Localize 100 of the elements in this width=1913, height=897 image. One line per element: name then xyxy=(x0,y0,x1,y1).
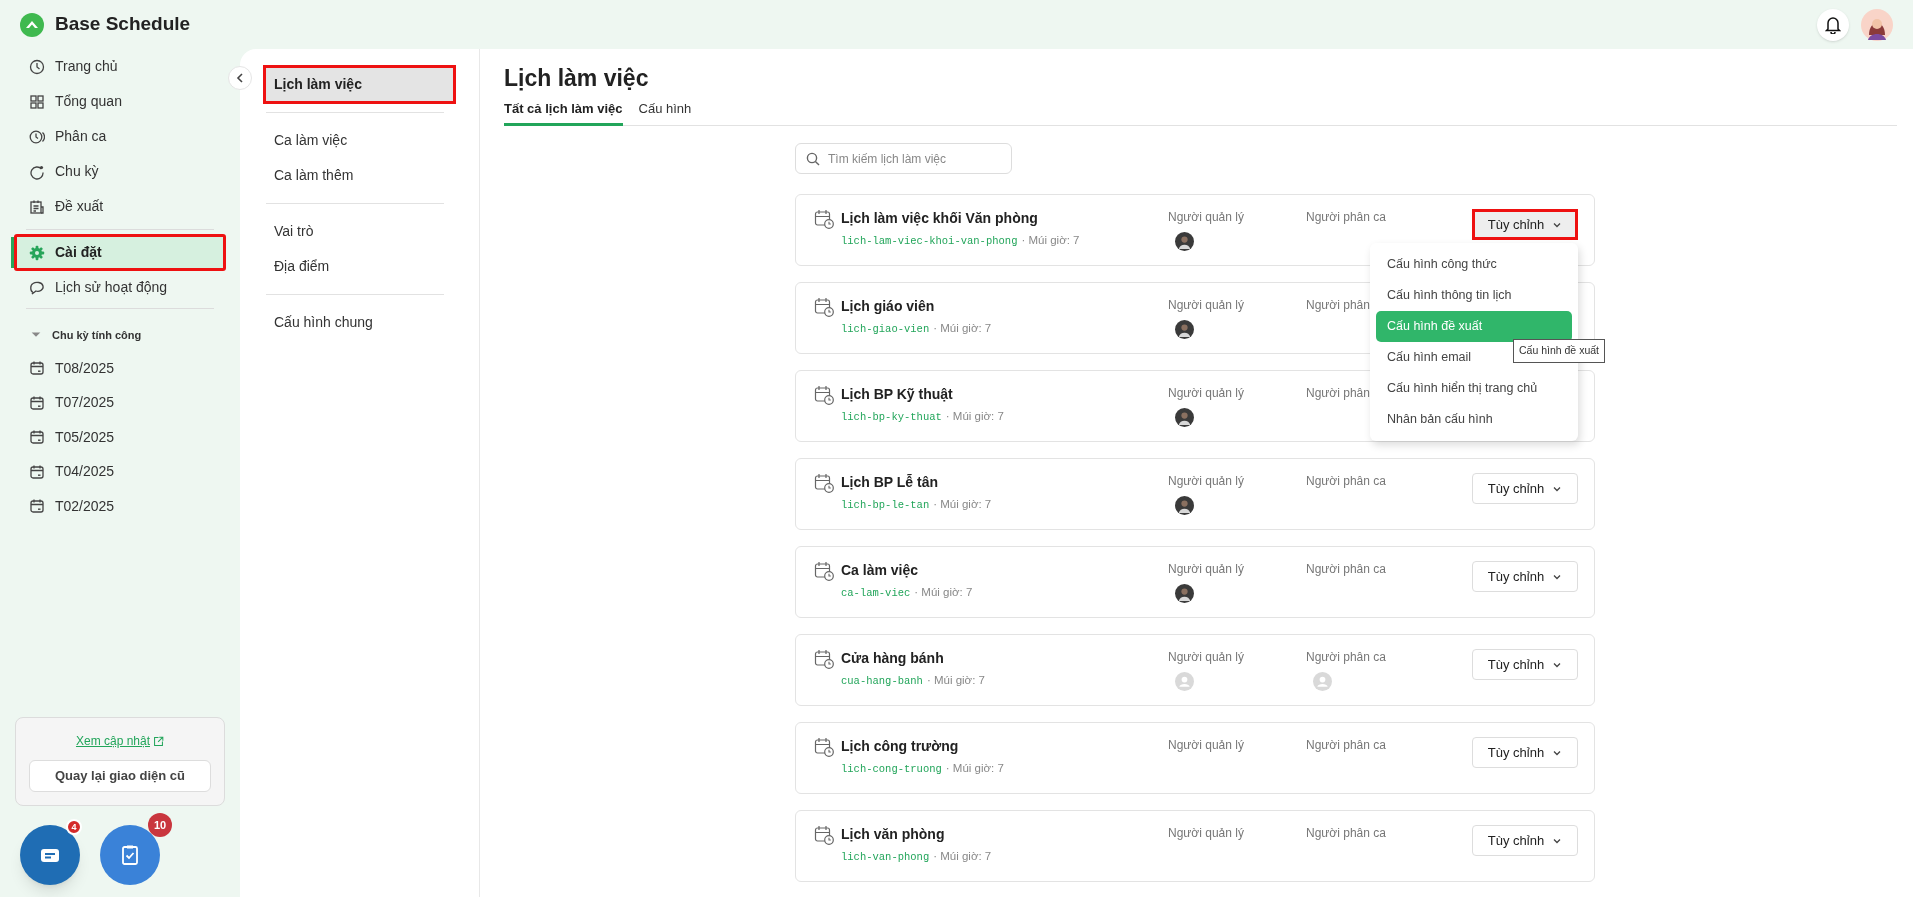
sidebar-item[interactable]: Phân ca xyxy=(15,119,225,154)
chat-button[interactable] xyxy=(20,825,80,885)
manager-label: Người quản lý xyxy=(1168,473,1244,490)
schedule-name: Lịch văn phòng xyxy=(841,825,946,844)
manager-label: Người quản lý xyxy=(1168,385,1244,402)
timezone-text: · Múi giờ: 7 xyxy=(945,409,1004,424)
clock-icon xyxy=(29,58,45,75)
calendar-clock-icon xyxy=(814,209,834,229)
search-field[interactable]: Tìm kiếm lịch làm việc xyxy=(795,143,1012,174)
count-badge: 10 xyxy=(148,813,172,837)
timezone-text: · Múi giờ: 7 xyxy=(945,761,1004,776)
sidebar-item[interactable]: T04/2025 xyxy=(15,454,225,489)
customize-button[interactable]: Tùy chỉnh xyxy=(1472,473,1578,504)
sidebar-item[interactable]: Lịch sử hoạt động xyxy=(15,270,225,305)
refresh-icon xyxy=(29,163,45,180)
assigner-label: Người phân ca xyxy=(1306,561,1386,578)
calendar-icon xyxy=(29,429,45,446)
schedule-slug: cua-hang-banh xyxy=(841,674,923,689)
customize-button[interactable]: Tùy chỉnh xyxy=(1472,209,1578,240)
customize-button[interactable]: Tùy chỉnh xyxy=(1472,561,1578,592)
schedule-slug: lich-giao-vien xyxy=(841,322,930,337)
subnav-item[interactable]: Ca làm thêm xyxy=(265,158,454,193)
search-icon xyxy=(806,151,820,166)
schedule-name: Cửa hàng bánh xyxy=(841,649,945,668)
calendar-clock-icon xyxy=(814,297,834,317)
calendar-clock-icon xyxy=(814,649,834,669)
assigner-label: Người phân ca xyxy=(1306,825,1386,842)
subnav-item[interactable]: Địa điểm xyxy=(265,249,454,284)
customize-button[interactable]: Tùy chỉnh xyxy=(1472,737,1578,768)
notification-button[interactable] xyxy=(1817,8,1849,41)
schedule-name: Lịch công trường xyxy=(841,737,960,756)
timezone-text: · Múi giờ: 7 xyxy=(914,585,973,600)
user-avatar[interactable] xyxy=(1861,8,1893,41)
document-icon xyxy=(29,198,45,215)
calendar-clock-icon xyxy=(814,385,834,405)
calendar-icon xyxy=(29,394,45,411)
timezone-text: · Múi giờ: 7 xyxy=(933,321,992,336)
sidebar-item[interactable]: T07/2025 xyxy=(15,385,225,420)
customize-button[interactable]: Tùy chỉnh xyxy=(1472,649,1578,680)
menu-item[interactable]: Cấu hình hiển thị trang chủ xyxy=(1376,373,1572,404)
manager-label: Người quản lý xyxy=(1168,825,1244,842)
menu-item[interactable]: Cấu hình công thức xyxy=(1376,249,1572,280)
subnav-item[interactable]: Cấu hình chung xyxy=(265,305,454,340)
page-title: Lịch làm việc xyxy=(504,64,650,93)
tab[interactable]: Cấu hình xyxy=(638,99,692,126)
menu-item[interactable]: Nhân bản cấu hình xyxy=(1376,404,1572,435)
logo-icon xyxy=(20,12,44,37)
schedule-name: Lịch BP Kỹ thuật xyxy=(841,385,954,404)
count-badge: 4 xyxy=(66,819,82,835)
sidebar-item[interactable]: Tổng quan xyxy=(15,84,225,119)
gear-icon xyxy=(29,244,45,261)
external-link-icon xyxy=(153,735,164,747)
assigner-label: Người phân ca xyxy=(1306,209,1386,226)
timezone-text: · Múi giờ: 7 xyxy=(1021,233,1080,248)
search-input[interactable]: Tìm kiếm lịch làm việc xyxy=(828,149,998,168)
calendar-icon xyxy=(29,498,45,515)
assigner-label: Người phân xyxy=(1306,297,1370,314)
schedule-slug: lich-bp-ky-thuat xyxy=(841,410,942,425)
schedule-slug: lich-bp-le-tan xyxy=(841,498,930,513)
calendar-clock-icon xyxy=(814,473,834,493)
chevron-left-icon xyxy=(236,73,244,83)
calendar-clock-icon xyxy=(814,561,834,581)
manager-label: Người quản lý xyxy=(1168,297,1244,314)
timezone-text: · Múi giờ: 7 xyxy=(926,673,985,688)
schedule-slug: lich-lam-viec-khoi-van-phong xyxy=(841,234,1018,249)
tooltip: Cấu hình đề xuất xyxy=(1513,339,1605,363)
schedule-slug: lich-van-phong xyxy=(841,850,930,865)
subnav-item[interactable]: Lịch làm việc xyxy=(265,67,454,102)
sidebar-item[interactable]: T08/2025 xyxy=(15,351,225,386)
section-header[interactable]: Chu kỳ tính công xyxy=(15,319,225,351)
tab[interactable]: Tất cả lịch làm việc xyxy=(504,99,623,126)
speech-bubble-icon xyxy=(29,279,45,296)
assigner-label: Người phân ca xyxy=(1306,473,1386,490)
manager-label: Người quản lý xyxy=(1168,561,1244,578)
collapse-button[interactable] xyxy=(228,66,252,90)
sidebar-item[interactable]: Trang chủ xyxy=(15,49,225,84)
clock-icon xyxy=(29,128,45,145)
menu-item[interactable]: Cấu hình thông tin lịch xyxy=(1376,280,1572,311)
app-title: Base Schedule xyxy=(55,12,191,37)
calendar-clock-icon xyxy=(814,825,834,845)
sidebar-item[interactable]: Chu kỳ xyxy=(15,154,225,189)
subnav-item[interactable]: Vai trò xyxy=(265,214,454,249)
assigner-label: Người phân ca xyxy=(1306,737,1386,754)
schedule-slug: ca-lam-viec xyxy=(841,586,911,601)
timezone-text: · Múi giờ: 7 xyxy=(933,497,992,512)
manager-label: Người quản lý xyxy=(1168,649,1244,666)
calendar-icon xyxy=(29,463,45,480)
schedule-name: Lịch làm việc khối Văn phòng xyxy=(841,209,1039,228)
schedule-name: Ca làm việc xyxy=(841,561,920,580)
sidebar-item[interactable]: Đề xuất xyxy=(15,189,225,224)
legacy-ui-button[interactable]: Quay lại giao diện cũ xyxy=(29,760,211,792)
assigner-label: Người phân xyxy=(1306,385,1370,402)
customize-button[interactable]: Tùy chỉnh xyxy=(1472,825,1578,856)
assigner-label: Người phân ca xyxy=(1306,649,1386,666)
schedule-name: Lịch BP Lễ tân xyxy=(841,473,939,492)
sidebar-item[interactable]: T05/2025 xyxy=(15,420,225,455)
subnav-item[interactable]: Ca làm việc xyxy=(265,123,454,158)
sidebar-item[interactable]: T02/2025 xyxy=(15,489,225,524)
grid-icon xyxy=(29,93,45,110)
manager-label: Người quản lý xyxy=(1168,209,1244,226)
